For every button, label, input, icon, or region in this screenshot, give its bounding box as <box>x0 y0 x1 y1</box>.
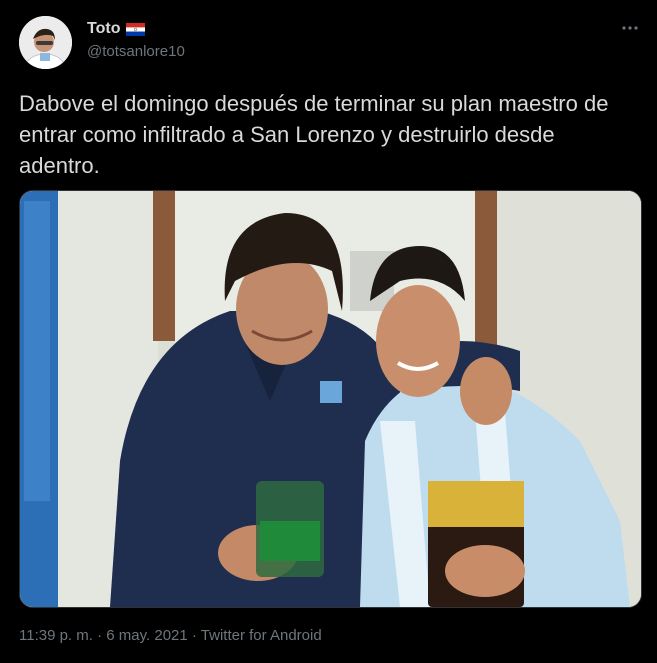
author-name-row: Toto <box>87 20 146 38</box>
tweet-text: Dabove el domingo después de terminar su… <box>19 91 609 178</box>
paraguay-flag-icon <box>126 22 146 36</box>
tweet-time[interactable]: 11:39 p. m. <box>19 627 93 644</box>
tweet-meta: 11:39 p. m. · 6 may. 2021 · Twitter for … <box>19 627 322 644</box>
tweet-photo[interactable] <box>19 190 642 608</box>
meta-separator: · <box>92 627 107 644</box>
author-handle[interactable]: @totsanlore10 <box>87 43 185 60</box>
meta-separator: · <box>187 627 201 644</box>
tweet-date[interactable]: 6 may. 2021 <box>106 627 187 644</box>
tweet: Toto @totsanlore10 Dabove el domingo des… <box>0 0 657 663</box>
tweet-source[interactable]: Twitter for Android <box>201 627 322 644</box>
avatar[interactable] <box>19 16 72 69</box>
more-horizontal-icon[interactable] <box>618 16 642 40</box>
author-name[interactable]: Toto <box>87 20 120 38</box>
